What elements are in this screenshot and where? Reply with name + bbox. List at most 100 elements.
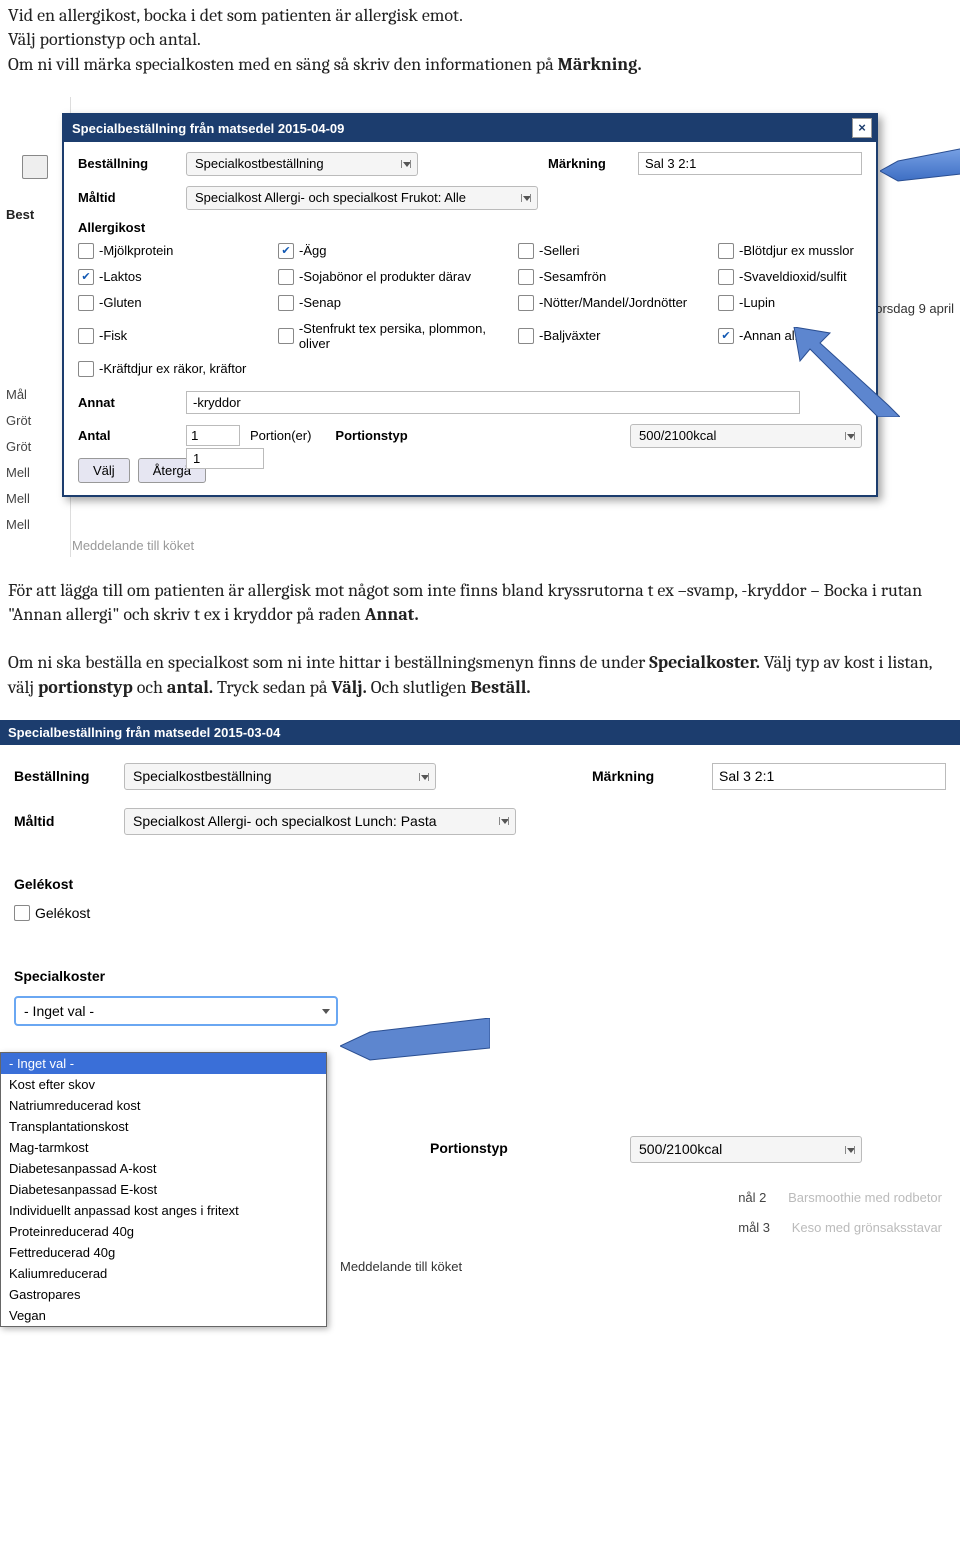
checkbox-icon <box>278 269 294 285</box>
checkbox-icon <box>718 328 734 344</box>
dropdown-option[interactable]: Transplantationskost <box>1 1116 326 1137</box>
checkbox-label: -Laktos <box>99 269 142 284</box>
checkbox-icon <box>278 295 294 311</box>
select-portionstyp[interactable]: 500/2100kcal <box>630 424 862 448</box>
bold: Välj. <box>331 677 366 698</box>
label-portioner: Portion(er) <box>250 428 311 443</box>
allergy-checkbox[interactable]: -Svaveldioxid/sulfit <box>718 269 888 285</box>
checkbox-label: -Svaveldioxid/sulfit <box>739 269 847 284</box>
checkbox-label: -Nötter/Mandel/Jordnötter <box>539 295 687 310</box>
label-markning: Märkning <box>548 156 638 171</box>
dropdown-option[interactable]: Gastropares <box>1 1284 326 1305</box>
section-allergikost: Allergikost <box>78 220 862 235</box>
ghost-label: mål 3 <box>738 1220 770 1235</box>
allergy-checkbox[interactable]: -Lupin <box>718 295 888 311</box>
label-antal: Antal <box>78 428 186 443</box>
row-label: Mell <box>6 517 31 543</box>
text: Välj portionstyp och antal. <box>8 29 201 50</box>
checkbox-label: -Baljväxter <box>539 328 600 343</box>
checkbox-icon <box>718 269 734 285</box>
allergy-checkbox[interactable]: -Senap <box>278 295 518 311</box>
text: Och slutligen <box>371 677 471 698</box>
allergy-checkbox[interactable]: -Mjölkprotein <box>78 243 278 259</box>
allergy-checkbox-grid: -Mjölkprotein-Ägg-Selleri-Blötdjur ex mu… <box>78 243 862 377</box>
checkbox-icon <box>78 269 94 285</box>
dropdown-option[interactable]: Kost efter skov <box>1 1074 326 1095</box>
checkbox-label: -Sojabönor el produkter därav <box>299 269 471 284</box>
checkbox-icon <box>278 243 294 259</box>
close-icon[interactable]: × <box>852 118 872 138</box>
text: Tryck sedan på <box>217 677 331 698</box>
label-bestallning: Beställning <box>14 767 124 786</box>
screenshot-2: Specialbeställning från matsedel 2015-03… <box>0 720 960 1280</box>
bold-label: Annat. <box>365 604 419 625</box>
checkbox-icon <box>518 328 534 344</box>
allergy-checkbox[interactable]: -Selleri <box>518 243 718 259</box>
dropdown-option[interactable]: Diabetesanpassad E-kost <box>1 1179 326 1200</box>
label-maltid: Måltid <box>14 812 124 831</box>
checkbox-icon <box>718 295 734 311</box>
dropdown-option[interactable]: Natriumreducerad kost <box>1 1095 326 1116</box>
dropdown-option[interactable]: Diabetesanpassad A-kost <box>1 1158 326 1179</box>
select-maltid[interactable]: Specialkost Allergi- och specialkost Fru… <box>186 186 538 210</box>
allergy-checkbox[interactable]: -Sesamfrön <box>518 269 718 285</box>
dropdown-option[interactable]: Individuellt anpassad kost anges i frite… <box>1 1200 326 1221</box>
allergy-checkbox[interactable]: -Stenfrukt tex persika, plommon, oliver <box>278 321 518 351</box>
specialkoster-dropdown[interactable]: - Inget val -Kost efter skovNatriumreduc… <box>0 1052 327 1327</box>
allergy-checkbox[interactable]: -Laktos <box>78 269 278 285</box>
allergy-checkbox[interactable]: -Ägg <box>278 243 518 259</box>
screenshot-1: Best Mål Gröt Gröt Mell Mell Mell orsdag… <box>0 97 960 557</box>
label-markning: Märkning <box>592 767 712 786</box>
allergy-checkbox[interactable]: -Fisk <box>78 321 278 351</box>
checkbox-gelekost[interactable]: Gelékost <box>14 904 946 923</box>
input-antal[interactable] <box>186 425 240 446</box>
select-portionstyp[interactable]: 500/2100kcal <box>630 1136 862 1163</box>
input-annat[interactable]: -kryddor <box>186 391 800 414</box>
bold: portionstyp <box>38 677 133 698</box>
allergy-checkbox[interactable]: -Kräftdjur ex räkor, kräftor <box>78 361 278 377</box>
instruction-block-1: Vid en allergikost, bocka i det som pati… <box>0 0 960 91</box>
select-bestallning[interactable]: Specialkostbeställning <box>124 763 436 790</box>
dropdown-option[interactable]: Fettreducerad 40g <box>1 1242 326 1263</box>
checkbox-icon <box>518 269 534 285</box>
antal-suggestion[interactable]: 1 <box>186 448 264 469</box>
allergy-checkbox[interactable]: -Gluten <box>78 295 278 311</box>
allergy-checkbox[interactable]: -Sojabönor el produkter därav <box>278 269 518 285</box>
arrow-annotation-icon <box>340 1018 490 1068</box>
special-order-dialog: Specialbeställning från matsedel 2015-04… <box>62 113 878 497</box>
row-label: Mell <box>6 465 31 491</box>
print-icon[interactable] <box>22 155 48 179</box>
select-specialkoster[interactable]: - Inget val - <box>14 996 338 1027</box>
select-bestallning[interactable]: Specialkostbeställning <box>186 152 418 176</box>
row-label: Mell <box>6 491 31 517</box>
allergy-checkbox[interactable]: -Baljväxter <box>518 321 718 351</box>
dropdown-option[interactable]: Proteinreducerad 40g <box>1 1221 326 1242</box>
select-maltid[interactable]: Specialkost Allergi- och specialkost Lun… <box>124 808 516 835</box>
input-markning[interactable]: Sal 3 2:1 <box>712 763 946 790</box>
allergy-checkbox[interactable]: -Nötter/Mandel/Jordnötter <box>518 295 718 311</box>
checkbox-icon <box>718 243 734 259</box>
arrow-annotation-icon <box>880 147 960 187</box>
checkbox-label: -Stenfrukt tex persika, plommon, oliver <box>299 321 518 351</box>
dropdown-option[interactable]: Vegan <box>1 1305 326 1326</box>
dropdown-option[interactable]: - Inget val - <box>1 1053 326 1074</box>
dropdown-option[interactable]: Kaliumreducerad <box>1 1263 326 1284</box>
checkbox-label: -Selleri <box>539 243 579 258</box>
checkbox-label: -Senap <box>299 295 341 310</box>
dialog-title: Specialbeställning från matsedel 2015-04… <box>72 121 344 136</box>
select-value: - Inget val - <box>24 1003 94 1019</box>
checkbox-label: -Mjölkprotein <box>99 243 173 258</box>
bold: antal. <box>167 677 213 698</box>
text: Om ni vill märka specialkosten med en sä… <box>8 54 558 75</box>
dialog-titlebar: Specialbeställning från matsedel 2015-03… <box>0 720 960 745</box>
dropdown-option[interactable]: Mag-tarmkost <box>1 1137 326 1158</box>
instruction-block-3: Om ni ska beställa en specialkost som ni… <box>0 641 960 714</box>
text: För att lägga till om patienten är aller… <box>8 580 922 625</box>
checkbox-label: -Lupin <box>739 295 775 310</box>
checkbox-icon <box>278 328 294 344</box>
valj-button[interactable]: Välj <box>78 458 130 483</box>
label-annat: Annat <box>78 395 186 410</box>
input-markning[interactable]: Sal 3 2:1 <box>638 152 862 175</box>
sidebar-label-best: Best <box>6 207 34 222</box>
allergy-checkbox[interactable]: -Blötdjur ex musslor <box>718 243 888 259</box>
